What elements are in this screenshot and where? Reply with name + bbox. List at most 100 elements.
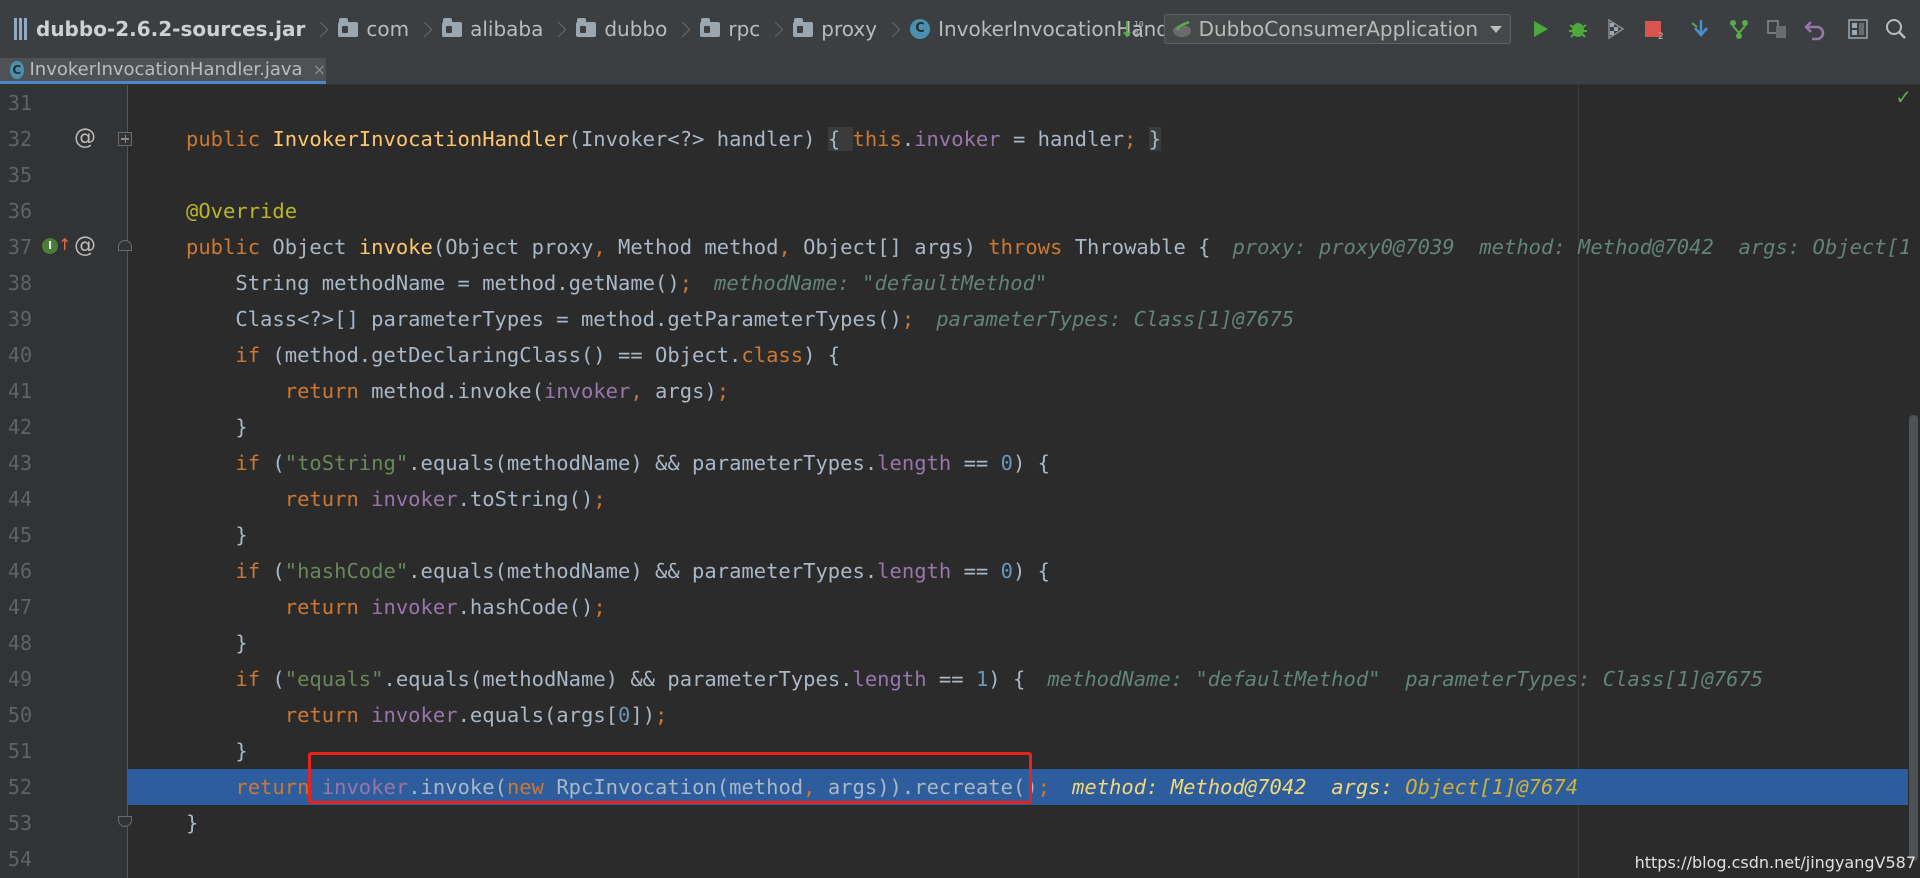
- folder-icon: [576, 17, 597, 37]
- debug-inline-value: method: Method@7042 args: Object[1]@7674: [1072, 775, 1578, 799]
- scrollbar-thumb[interactable]: [1909, 415, 1918, 861]
- code-line[interactable]: 40 if (method.getDeclaringClass() == Obj…: [0, 337, 1920, 373]
- code-line[interactable]: 39 Class<?>[] parameterTypes = method.ge…: [0, 301, 1920, 337]
- red-highlight-box: [308, 752, 1032, 804]
- vcs-update-icon[interactable]: [1687, 15, 1715, 43]
- code-line[interactable]: 46 if ("hashCode".equals(methodName) && …: [0, 553, 1920, 589]
- close-icon[interactable]: ×: [313, 60, 326, 79]
- debug-inline-label: method: Method@7042 args:: [1072, 775, 1406, 799]
- code-line[interactable]: 38 String methodName = method.getName();…: [0, 265, 1920, 301]
- sort-icon[interactable]: 10 01: [1121, 15, 1149, 43]
- code-line[interactable]: 44 return invoker.toString();: [0, 481, 1920, 517]
- debug-icon[interactable]: [1564, 15, 1592, 43]
- undo-icon[interactable]: [1801, 15, 1829, 43]
- search-icon[interactable]: [1882, 15, 1910, 43]
- vcs-diff-icon[interactable]: [1763, 15, 1791, 43]
- debug-inline-type: Object[1]@7674: [1405, 775, 1579, 799]
- breadcrumb-item-rpc[interactable]: rpc: [700, 17, 784, 41]
- line-number: 40: [7, 343, 32, 367]
- code-text: }: [186, 631, 248, 655]
- line-number: 31: [7, 91, 32, 115]
- code-line[interactable]: 49 if ("equals".equals(methodName) && pa…: [0, 661, 1920, 697]
- line-number: 44: [7, 487, 32, 511]
- tab-label: InvokerInvocationHandler.java: [29, 59, 303, 80]
- breadcrumb-item-alibaba[interactable]: alibaba: [442, 17, 567, 41]
- run-icon[interactable]: [1526, 15, 1554, 43]
- code-line[interactable]: 32 @ public InvokerInvocationHandler(Inv…: [0, 121, 1920, 157]
- debug-inline-value: proxy: proxy0@7039 method: Method@7042 a…: [1232, 235, 1920, 259]
- debug-inline-value: methodName: "defaultMethod" parameterTyp…: [1047, 667, 1764, 691]
- chevron-right-icon: [551, 21, 567, 37]
- breadcrumb-item-dubbo[interactable]: dubbo: [576, 17, 691, 41]
- code-text: }: [186, 811, 199, 835]
- svg-text:2: 2: [1658, 32, 1664, 41]
- code-line[interactable]: 54: [0, 841, 1920, 877]
- code-text: if (method.getDeclaringClass() == Object…: [235, 343, 841, 367]
- line-number: 54: [7, 847, 32, 871]
- code-text: public InvokerInvocationHandler(Invoker<…: [186, 127, 1162, 151]
- line-number: 48: [7, 631, 32, 655]
- code-line[interactable]: 48 }: [0, 625, 1920, 661]
- code-line[interactable]: 47 return invoker.hashCode();: [0, 589, 1920, 625]
- line-number: 32: [7, 127, 32, 151]
- tab-invoker-invocation-handler[interactable]: C InvokerInvocationHandler.java ×: [0, 58, 326, 84]
- code-line[interactable]: 45 }: [0, 517, 1920, 553]
- line-number: 39: [7, 307, 32, 331]
- code-text: Class<?>[] parameterTypes = method.getPa…: [186, 307, 1295, 331]
- code-line[interactable]: 36 @Override: [0, 193, 1920, 229]
- code-line[interactable]: 43 if ("toString".equals(methodName) && …: [0, 445, 1920, 481]
- chevron-right-icon: [675, 21, 691, 37]
- breadcrumb-item-proxy[interactable]: proxy: [793, 17, 901, 41]
- line-number: 51: [7, 739, 32, 763]
- breadcrumb-label: dubbo-2.6.2-sources.jar: [36, 17, 306, 41]
- run-configuration-select[interactable]: DubboConsumerApplication: [1163, 14, 1511, 44]
- line-number: 36: [7, 199, 32, 223]
- breadcrumb-label: proxy: [821, 17, 878, 41]
- code-line[interactable]: 42 }: [0, 409, 1920, 445]
- at-sign-icon[interactable]: @: [74, 125, 96, 150]
- code-text: if ("hashCode".equals(methodName) && par…: [235, 559, 1050, 583]
- code-line[interactable]: 31: [0, 85, 1920, 121]
- code-text: }: [186, 523, 248, 547]
- line-number: 45: [7, 523, 32, 547]
- coverage-icon[interactable]: [1602, 15, 1630, 43]
- breadcrumb-item-com[interactable]: com: [338, 17, 433, 41]
- line-number: 46: [7, 559, 32, 583]
- project-structure-icon[interactable]: [1844, 15, 1872, 43]
- implementation-icon[interactable]: I: [42, 238, 58, 254]
- debug-inline-value: methodName: "defaultMethod": [714, 271, 1048, 295]
- vcs-branch-icon[interactable]: [1725, 15, 1753, 43]
- code-text: public Object invoke(Object proxy, Metho…: [186, 229, 1920, 265]
- line-number: 47: [7, 595, 32, 619]
- line-number: 38: [7, 271, 32, 295]
- fold-end-icon[interactable]: [118, 816, 132, 827]
- dropdown-arrow-icon: [1490, 25, 1502, 33]
- code-text: String methodName = method.getName(); met…: [186, 271, 1048, 295]
- folder-icon: [793, 17, 814, 37]
- at-sign-icon[interactable]: @: [74, 233, 96, 258]
- breadcrumb-label: com: [366, 17, 410, 41]
- code-text: if ("equals".equals(methodName) && param…: [235, 667, 1764, 691]
- code-line[interactable]: 53 }: [0, 805, 1920, 841]
- breadcrumb: dubbo-2.6.2-sources.jar com alibaba dubb…: [14, 0, 1228, 58]
- code-line[interactable]: 35: [0, 157, 1920, 193]
- fold-expand-icon[interactable]: [118, 132, 132, 146]
- code-line[interactable]: 50 return invoker.equals(args[0]);: [0, 697, 1920, 733]
- class-icon: C: [910, 19, 931, 39]
- folder-icon: [338, 17, 359, 37]
- line-number: 49: [7, 667, 32, 691]
- line-number: 42: [7, 415, 32, 439]
- code-text: }: [186, 739, 248, 763]
- code-line[interactable]: 41 return method.invoke(invoker, args);: [0, 373, 1920, 409]
- code-line[interactable]: 37 I ↑ @ public Object invoke(Object pro…: [0, 229, 1920, 265]
- breadcrumb-label: rpc: [728, 17, 761, 41]
- line-number: 41: [7, 379, 32, 403]
- breadcrumb-label: alibaba: [470, 17, 544, 41]
- editor-vertical-scrollbar[interactable]: [1908, 85, 1920, 878]
- stop-icon[interactable]: 2: [1640, 15, 1668, 43]
- svg-text:10: 10: [1134, 20, 1144, 29]
- fold-collapse-icon[interactable]: [118, 240, 132, 251]
- breadcrumb-label: dubbo: [604, 17, 668, 41]
- check-icon: ✓: [1895, 85, 1912, 109]
- breadcrumb-item-jar[interactable]: dubbo-2.6.2-sources.jar: [14, 17, 329, 41]
